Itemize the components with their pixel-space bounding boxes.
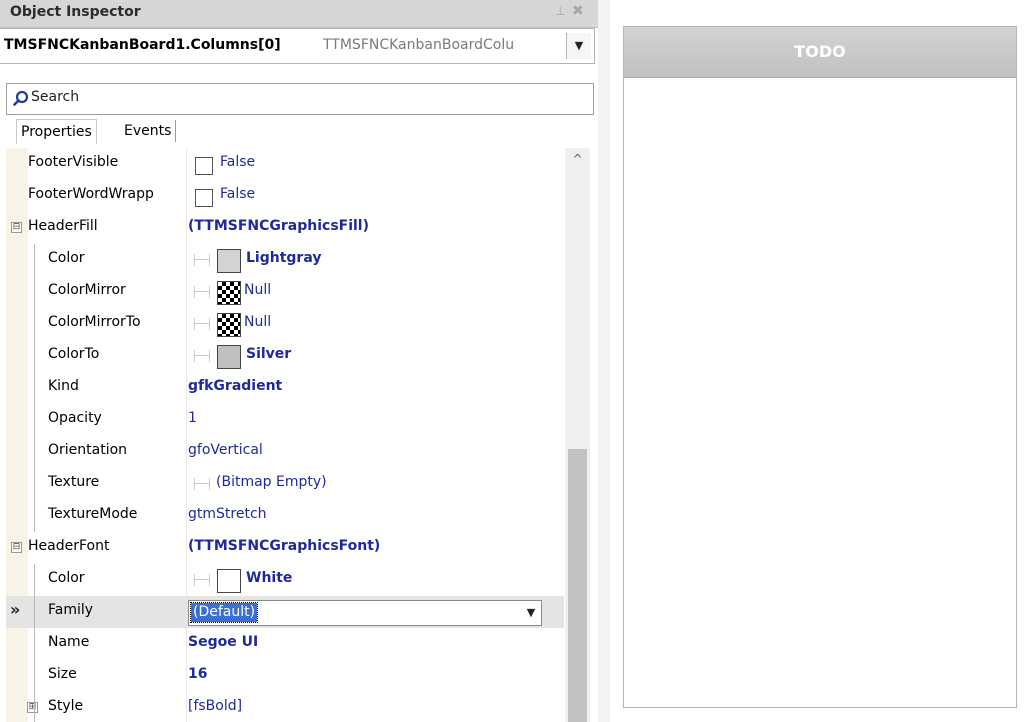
- property-value: gfoVertical: [188, 442, 263, 458]
- property-name: HeaderFill: [28, 218, 98, 234]
- object-selector-dropdown[interactable]: TMSFNCKanbanBoard1.Columns[0] TTMSFNCKan…: [0, 28, 595, 64]
- ellipsis-icon[interactable]: [194, 318, 210, 330]
- search-icon: [13, 90, 29, 106]
- current-row-marker-icon: »: [10, 600, 21, 619]
- property-value: 16: [188, 666, 208, 682]
- color-swatch: [217, 345, 241, 369]
- property-name: ColorTo: [48, 346, 100, 362]
- kanban-column-title: TODO: [794, 42, 846, 61]
- property-name: TextureMode: [48, 506, 138, 522]
- property-row-font-style[interactable]: ⊞ Style [fsBold]: [6, 692, 564, 722]
- property-row-fill-orientation[interactable]: Orientation gfoVertical: [6, 436, 564, 468]
- property-name: Opacity: [48, 410, 102, 426]
- null-color-swatch: [217, 281, 241, 305]
- property-name: Style: [48, 698, 84, 714]
- property-row-font-color[interactable]: Color White: [6, 564, 564, 596]
- property-value: (Bitmap Empty): [216, 474, 327, 490]
- color-swatch: [217, 249, 241, 273]
- property-value: Null: [244, 282, 272, 298]
- ellipsis-icon[interactable]: [194, 286, 210, 298]
- property-name: FooterWordWrapp: [28, 186, 154, 202]
- footer-visible-checkbox[interactable]: [195, 157, 213, 175]
- inspector-titlebar: Object Inspector ⊥ ✖: [0, 0, 598, 28]
- form-designer-canvas: TODO: [610, 0, 1025, 722]
- object-inspector-panel: Object Inspector ⊥ ✖ TMSFNCKanbanBoard1.…: [0, 0, 598, 722]
- property-row-fill-opacity[interactable]: Opacity 1: [6, 404, 564, 436]
- property-row-fill-color-to[interactable]: ColorTo Silver: [6, 340, 564, 372]
- scroll-up-icon[interactable]: ^: [565, 152, 590, 172]
- search-placeholder: Search: [31, 89, 80, 105]
- property-row-fill-texture-mode[interactable]: TextureMode gtmStretch: [6, 500, 564, 532]
- property-grid-scrollbar[interactable]: ^: [565, 148, 590, 722]
- ellipsis-icon[interactable]: [194, 478, 210, 490]
- property-row-font-family[interactable]: » Family (Default) ▼: [6, 596, 564, 628]
- property-row-footer-word-wrap[interactable]: FooterWordWrapp False: [6, 180, 564, 212]
- property-row-fill-color-mirror-to[interactable]: ColorMirrorTo Null: [6, 308, 564, 340]
- property-row-fill-color-mirror[interactable]: ColorMirror Null: [6, 276, 564, 308]
- collapse-icon[interactable]: ⊟: [11, 222, 22, 233]
- close-icon[interactable]: ✖: [572, 3, 584, 19]
- property-value: (TTMSFNCGraphicsFont): [188, 538, 381, 554]
- property-name: Texture: [48, 474, 100, 490]
- chevron-down-icon[interactable]: ▼: [521, 601, 541, 625]
- property-row-font-name[interactable]: Name Segoe UI: [6, 628, 564, 660]
- ellipsis-icon[interactable]: [194, 350, 210, 362]
- property-value: [fsBold]: [188, 698, 243, 714]
- property-name: FooterVisible: [28, 154, 119, 170]
- kanban-column-header[interactable]: TODO: [624, 27, 1016, 78]
- scrollbar-thumb[interactable]: [568, 449, 587, 722]
- property-name: Name: [48, 634, 90, 650]
- property-value: gfkGradient: [188, 378, 283, 394]
- null-color-swatch: [217, 313, 241, 337]
- ellipsis-icon[interactable]: [194, 574, 210, 586]
- inspector-title: Object Inspector: [10, 4, 141, 20]
- property-name: Family: [48, 602, 94, 618]
- ellipsis-icon[interactable]: [194, 254, 210, 266]
- property-value: Null: [244, 314, 272, 330]
- color-swatch: [217, 569, 241, 593]
- property-value: 1: [188, 410, 197, 426]
- property-name: Color: [48, 570, 85, 586]
- property-name: HeaderFont: [28, 538, 110, 554]
- footer-word-wrap-checkbox[interactable]: [195, 189, 213, 207]
- pin-icon[interactable]: ⊥: [555, 4, 565, 18]
- family-value-selected[interactable]: (Default): [189, 602, 259, 623]
- property-row-fill-kind[interactable]: Kind gfkGradient: [6, 372, 564, 404]
- property-name: Size: [48, 666, 77, 682]
- property-row-fill-texture[interactable]: Texture (Bitmap Empty): [6, 468, 564, 500]
- property-name: ColorMirror: [48, 282, 126, 298]
- property-name: Orientation: [48, 442, 128, 458]
- selected-object-name: TMSFNCKanbanBoard1.Columns[0]: [4, 37, 281, 53]
- property-row-header-font[interactable]: ⊟ HeaderFont (TTMSFNCGraphicsFont): [6, 532, 564, 564]
- property-value: Lightgray: [246, 250, 322, 266]
- property-value: (TTMSFNCGraphicsFill): [188, 218, 370, 234]
- property-name: Kind: [48, 378, 79, 394]
- chevron-down-icon[interactable]: ▼: [566, 33, 591, 59]
- property-grid: FooterVisible False FooterWordWrapp Fals…: [6, 148, 564, 722]
- property-value: gtmStretch: [188, 506, 267, 522]
- property-name: ColorMirrorTo: [48, 314, 141, 330]
- property-value: False: [220, 154, 256, 170]
- tab-properties[interactable]: Properties: [16, 119, 97, 144]
- property-value: Segoe UI: [188, 634, 259, 650]
- property-name: Color: [48, 250, 85, 266]
- search-input[interactable]: Search: [6, 83, 594, 115]
- property-row-footer-visible[interactable]: FooterVisible False: [6, 148, 564, 180]
- property-row-header-fill[interactable]: ⊟ HeaderFill (TTMSFNCGraphicsFill): [6, 212, 564, 244]
- property-row-font-size[interactable]: Size 16: [6, 660, 564, 692]
- collapse-icon[interactable]: ⊟: [11, 542, 22, 553]
- tab-events[interactable]: Events: [120, 120, 177, 142]
- kanban-column[interactable]: TODO: [623, 26, 1017, 708]
- property-value: White: [246, 570, 293, 586]
- property-value: False: [220, 186, 256, 202]
- property-value: Silver: [246, 346, 292, 362]
- property-row-fill-color[interactable]: Color Lightgray: [6, 244, 564, 276]
- family-combobox[interactable]: (Default) ▼: [188, 600, 542, 626]
- selected-object-type: TTMSFNCKanbanBoardColu: [323, 37, 515, 53]
